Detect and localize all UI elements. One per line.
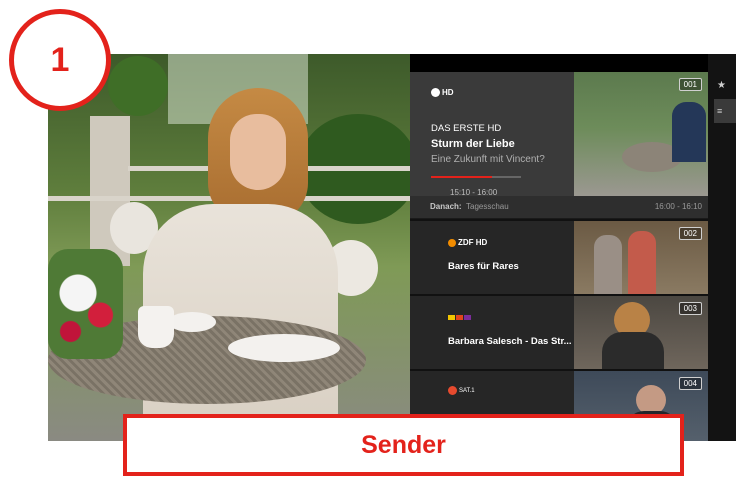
- step-number-badge: 1: [9, 9, 111, 111]
- program-title: Sturm der Liebe: [431, 138, 515, 150]
- program-progress-fill: [431, 176, 493, 178]
- step-number: 1: [50, 40, 70, 79]
- channel-item-003[interactable]: Barbara Salesch - Das Str... 003: [410, 296, 708, 369]
- actress-face: [230, 114, 286, 190]
- thumb-person: [594, 235, 622, 294]
- thumb-person: [672, 102, 706, 162]
- program-progress: [431, 176, 521, 178]
- teapot: [138, 306, 174, 348]
- channel-number: 001: [678, 78, 702, 91]
- tv-screen: HD DAS ERSTE HD Sturm der Liebe Eine Zuk…: [48, 54, 736, 441]
- next-label: Danach:: [430, 202, 462, 211]
- flower-arrangement: [48, 249, 123, 359]
- zdf-icon: [448, 238, 456, 247]
- channel-logo-zdf: ZDF HD: [448, 238, 487, 247]
- channel-logo-sat1: SAT.1: [448, 386, 475, 395]
- channel-number: 004: [678, 377, 702, 390]
- plate: [228, 334, 340, 362]
- caption-box: Sender: [123, 414, 684, 476]
- thumb-person: [602, 332, 664, 369]
- channel-logo-rtl: [448, 315, 471, 320]
- channel-thumbnail: 003: [574, 296, 708, 369]
- program-title: Bares für Rares: [448, 261, 519, 272]
- program-title: Barbara Salesch - Das Str...: [448, 336, 572, 347]
- channel-item-002[interactable]: ZDF HD Bares für Rares 002: [410, 221, 708, 294]
- channel-thumbnail: 002: [574, 221, 708, 294]
- saucer: [168, 312, 216, 332]
- sat1-icon: [448, 386, 457, 395]
- das-erste-icon: [431, 88, 440, 97]
- caption-text: Sender: [361, 430, 446, 459]
- channel-logo-das-erste: HD: [431, 88, 454, 97]
- list-icon[interactable]: ≡: [717, 106, 722, 116]
- channel-number: 002: [678, 227, 702, 240]
- channel-list: HD DAS ERSTE HD Sturm der Liebe Eine Zuk…: [410, 72, 708, 441]
- thumb-person: [628, 231, 656, 294]
- side-menu: ★ ≡: [708, 54, 736, 441]
- rtl-icon: [448, 315, 455, 320]
- channel-thumbnail: 001: [574, 72, 708, 196]
- next-program: Danach: Tagesschau 16:00 - 16:10: [410, 196, 708, 218]
- channel-item-001[interactable]: HD DAS ERSTE HD Sturm der Liebe Eine Zuk…: [410, 72, 708, 218]
- star-icon[interactable]: ★: [717, 80, 726, 91]
- episode-title: Eine Zukunft mit Vincent?: [431, 154, 545, 165]
- bush: [108, 56, 168, 116]
- live-video: [48, 54, 410, 441]
- next-program-title: Tagesschau: [466, 202, 509, 211]
- channel-name: DAS ERSTE HD: [431, 123, 502, 134]
- channel-number: 003: [678, 302, 702, 315]
- next-program-time: 16:00 - 16:10: [654, 202, 702, 211]
